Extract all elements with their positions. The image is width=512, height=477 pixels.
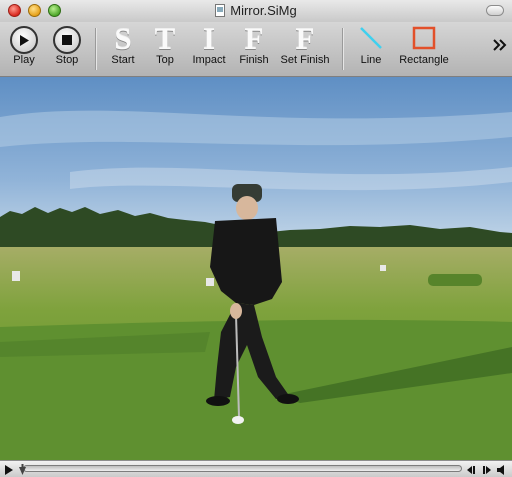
impact-button[interactable]: I Impact	[188, 22, 230, 76]
top-label: Top	[156, 54, 174, 66]
play-icon[interactable]	[4, 463, 14, 475]
impact-label: Impact	[192, 54, 226, 66]
toolbar-separator	[95, 28, 97, 70]
play-button[interactable]: Play	[6, 22, 42, 76]
start-label: Start	[111, 54, 135, 66]
golf-scene-image	[0, 77, 512, 460]
window-title: Mirror.SiMg	[230, 3, 297, 18]
stop-label: Stop	[55, 54, 79, 66]
finish-button[interactable]: F Finish	[235, 22, 273, 76]
play-icon	[10, 26, 38, 54]
stop-button[interactable]: Stop	[49, 22, 85, 76]
playback-scrubber[interactable]	[23, 465, 462, 472]
title-bar[interactable]: Mirror.SiMg	[0, 0, 512, 23]
video-frame[interactable]	[0, 77, 512, 460]
toolbar-overflow-button[interactable]	[492, 22, 508, 76]
line-label: Line	[360, 54, 382, 66]
stop-icon	[53, 26, 81, 54]
set-finish-button[interactable]: F Set Finish	[277, 22, 333, 76]
rectangle-icon	[396, 22, 452, 54]
start-glyph: S	[114, 21, 132, 56]
play-label: Play	[13, 54, 35, 66]
window-title-group: Mirror.SiMg	[0, 3, 512, 18]
top-glyph: T	[154, 21, 176, 56]
toolbar: Play Stop S Start T Top I Impact F Finis…	[0, 22, 512, 77]
finish-label: Finish	[239, 54, 269, 66]
double-chevron-icon	[492, 22, 508, 54]
toolbar-separator	[342, 28, 344, 70]
set-finish-label: Set Finish	[280, 54, 330, 66]
step-forward-icon[interactable]	[480, 463, 492, 475]
scrubber-thumb[interactable]	[18, 463, 27, 475]
volume-icon[interactable]	[496, 463, 508, 475]
rectangle-tool-button[interactable]: Rectangle	[396, 22, 452, 76]
step-back-icon[interactable]	[466, 463, 478, 475]
finish-glyph: F	[244, 21, 264, 56]
playback-controller	[0, 460, 512, 477]
line-tool-button[interactable]: Line	[354, 22, 388, 76]
app-window: Mirror.SiMg Play Stop S Start T Top I Im…	[0, 0, 512, 477]
toolbar-toggle-button[interactable]	[486, 5, 504, 16]
impact-glyph: I	[202, 21, 216, 56]
set-finish-glyph: F	[295, 21, 315, 56]
line-icon	[354, 22, 388, 54]
start-button[interactable]: S Start	[106, 22, 140, 76]
top-button[interactable]: T Top	[148, 22, 182, 76]
rectangle-label: Rectangle	[399, 54, 449, 66]
document-icon	[215, 4, 226, 17]
